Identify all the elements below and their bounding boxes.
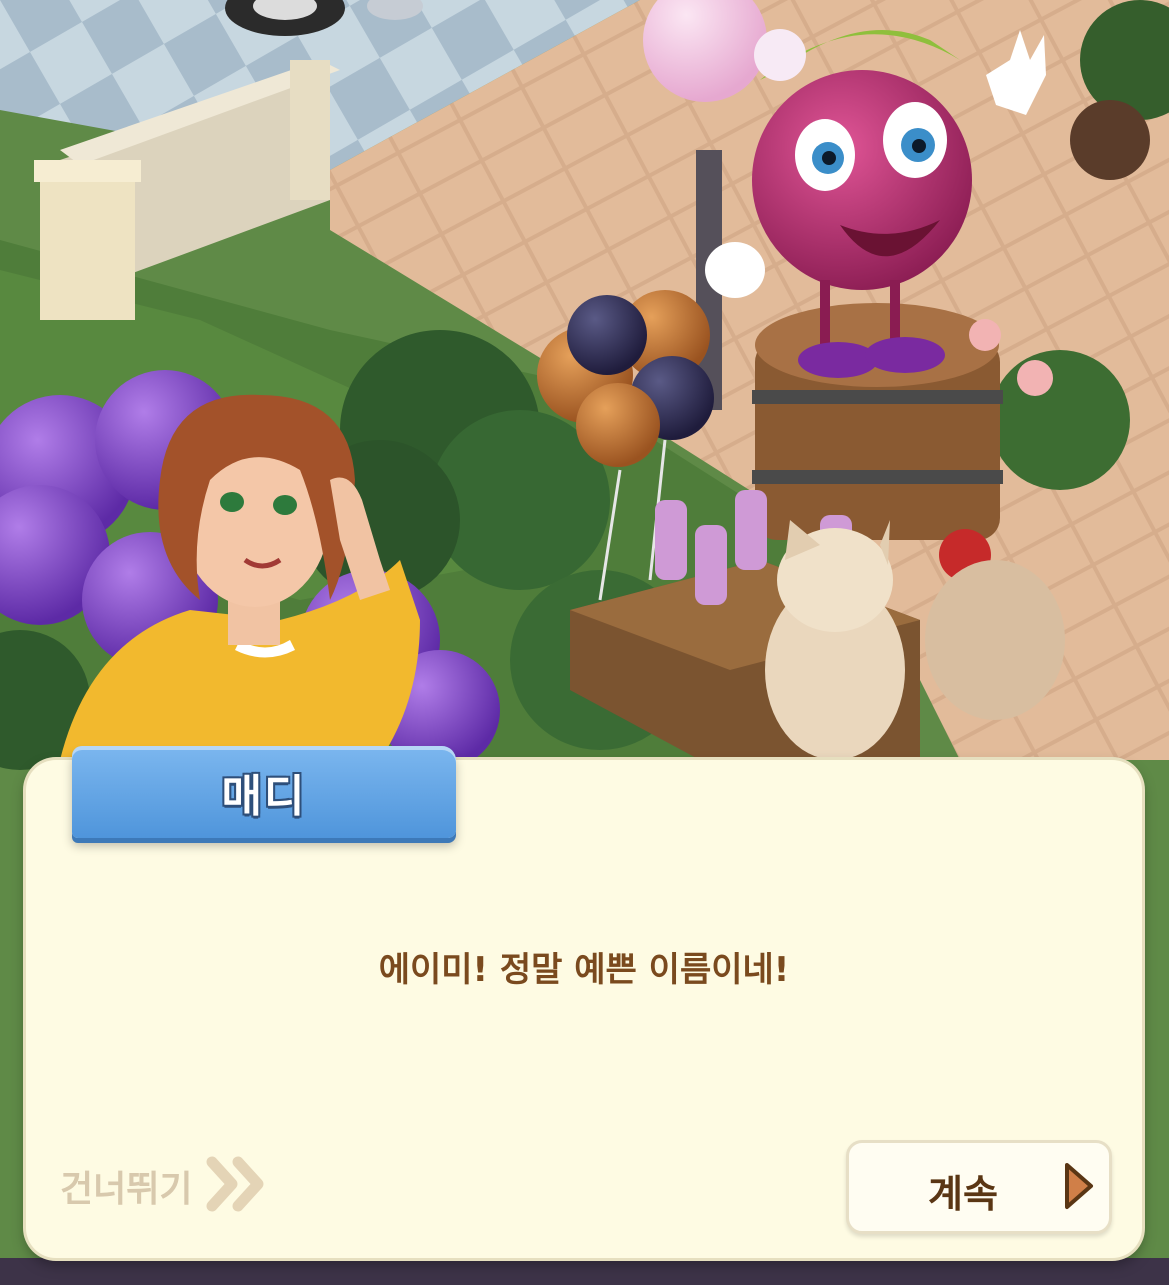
double-chevron-right-icon: [206, 1156, 270, 1216]
continue-label: 계속: [928, 1172, 998, 1216]
skip-label: 건너뛰기: [60, 1169, 193, 1210]
dialog-message: 에이미! 정말 예쁜 이름이네!: [378, 950, 790, 990]
continue-button[interactable]: 계속: [846, 1140, 1112, 1234]
speaker-name-tag: 매디: [72, 746, 456, 838]
play-arrow-icon: [1061, 1161, 1097, 1215]
speaker-name: 매디: [221, 771, 307, 822]
skip-button[interactable]: 건너뛰기: [60, 1156, 270, 1216]
